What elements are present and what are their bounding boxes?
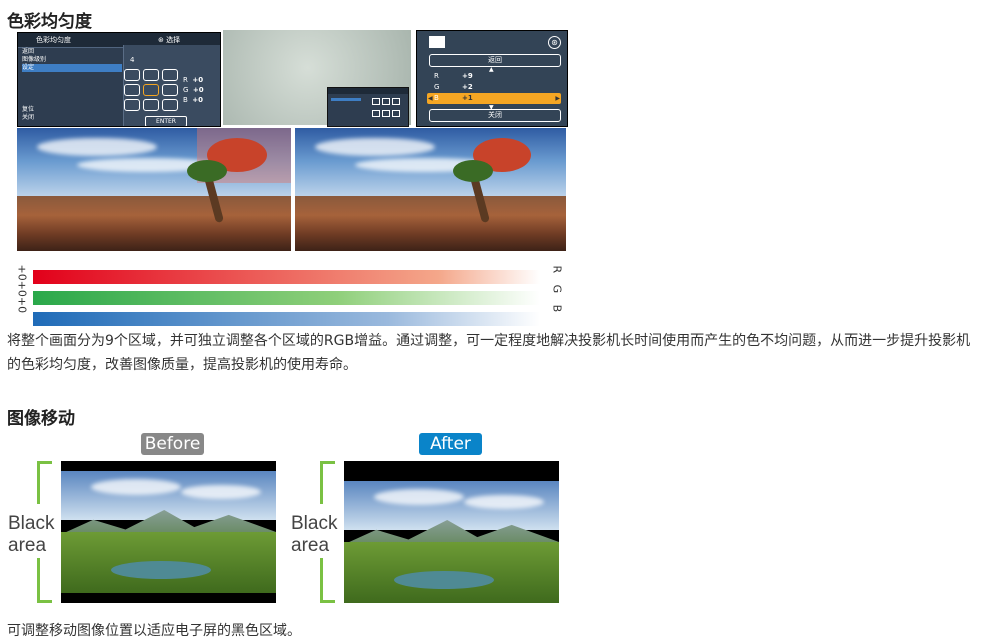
bars-right-label-text: R G B [550,265,564,317]
osd-menu-item-selected: 设定 [22,64,122,72]
projected-screen-image [223,30,411,127]
osd-b-value: +1 [462,94,473,102]
section-heading-image-shift: 图像移动 [7,409,75,429]
zone-indicator [429,36,445,48]
blue-gradient-bar [33,312,540,326]
black-area-bracket-bottom [37,558,52,603]
osd-b-label: B [434,94,439,102]
osd-menu-item: 关闭 [22,114,35,121]
osd-menu-item: 复位 [22,106,35,113]
red-gradient-bar [33,270,540,284]
landscape-before-photo [17,128,291,251]
osd-menu-list: 返回 图像级别 设定 [22,48,122,72]
osd-enter-label: ENTER [145,116,187,126]
image-shift-caption: 可调整移动图像位置以适应电子屏的黑色区域。 [7,623,301,639]
before-badge: Before [141,433,204,455]
osd-rgb-adjust-panel: ⊛ 返回 ▲ R +9 G +2 ◀ B +1 ▶ ▼ 关闭 [416,30,568,127]
osd-menu-item: 返回 [22,48,35,55]
osd-back-button: 返回 [429,54,561,67]
osd-b-row-selected: ◀ B +1 ▶ [427,93,561,104]
osd-grid-value: 4 [130,56,135,64]
zone-selected [143,84,159,96]
black-area-label-after: Black area [291,513,338,556]
osd-g-label: G [434,83,440,91]
osd-menu-item: 图像级别 [22,56,47,63]
after-badge: After [419,433,482,455]
osd-r-value: +9 [462,72,473,80]
rgb-bars-right-labels: R G B [548,265,564,327]
black-area-label-before: Black area [8,513,55,556]
image-shift-before [61,461,276,603]
nine-zone-grid [124,69,178,111]
image-shift-after [344,461,559,603]
osd-close-button: 关闭 [429,109,561,122]
osd-title: 色彩均匀度 [36,36,71,44]
osd-rgb-readout: R +0 G +0 B +0 [183,76,204,104]
osd-menu-bottom: 复位 关闭 [22,106,34,122]
green-gradient-bar [33,291,540,305]
color-uniformity-description: 将整个画面分为9个区域，并可独立调整各个区域的RGB增益。通过调整，可一定程度地… [7,333,971,373]
black-area-bracket-top [320,461,335,504]
osd-mini-menu [327,87,409,127]
select-icon: ⊛ [548,36,561,49]
osd-g-value: +2 [462,83,473,91]
bars-left-label-text: +0+0+0 [15,264,29,314]
landscape-after-photo [295,128,566,251]
rgb-bars-left-labels: +0+0+0 [15,265,29,327]
black-area-bracket-top [37,461,52,504]
osd-r-label: R [434,72,439,80]
osd-color-uniformity-menu: 色彩均匀度 ⊛ 选择 返回 图像级别 设定 复位 关闭 4 R +0 G +0 … [17,32,221,127]
section-heading-color-uniformity: 色彩均匀度 [7,12,92,32]
black-area-bracket-bottom [320,558,335,603]
